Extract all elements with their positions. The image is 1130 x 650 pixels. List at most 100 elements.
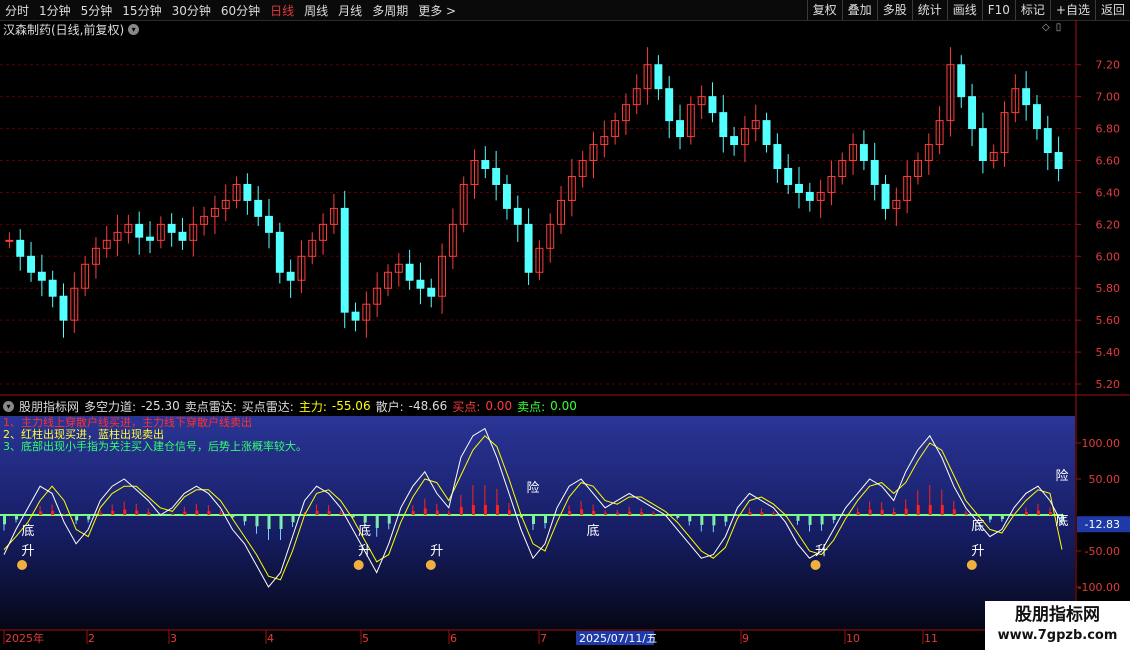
candle-body <box>795 183 803 193</box>
mark-di: 底 <box>971 518 984 534</box>
candle-body <box>1054 152 1063 170</box>
date-label: 2025/07/11/五 <box>579 632 657 645</box>
candle-body <box>59 295 68 321</box>
date-label: 4 <box>267 632 274 645</box>
candle-body <box>340 207 349 313</box>
mdld2-label: 买点雷达: <box>241 399 294 414</box>
candle-body <box>16 239 25 257</box>
candle-body <box>665 88 674 122</box>
candle-body <box>351 311 360 321</box>
finger-icon <box>425 560 436 570</box>
candle-body <box>654 64 663 90</box>
candle-body <box>1043 128 1052 154</box>
chevron-down-icon[interactable]: ▾ <box>3 400 14 412</box>
date-label: 2025年 <box>5 631 44 645</box>
price-tick-label: 5.40 <box>1096 346 1121 359</box>
candle-body <box>492 168 501 185</box>
date-label: 9 <box>742 632 749 645</box>
sh-label: 散户: <box>375 399 404 414</box>
candle-body <box>676 120 684 138</box>
watermark-url: www.7gpzb.com <box>997 628 1118 643</box>
indicator-name: 股朋指标网 <box>19 399 80 414</box>
candle-body <box>784 168 793 185</box>
chart-area[interactable]: 7.20 7.00 6.80 6.60 6.40 6.20 6.00 5.80 5.60 5.40… <box>0 0 1130 650</box>
price-tick-label: 7.00 <box>1096 91 1121 104</box>
indicator-legend: 1、主力线上穿散户线买进，主力线下穿散户线卖出 2、红柱出现买进，蓝柱出现卖出 … <box>3 417 307 453</box>
candle-body <box>773 144 782 170</box>
candle-body <box>870 160 879 185</box>
mark-di: 底 <box>1055 513 1068 529</box>
candle-body <box>27 255 36 273</box>
price-tick-label: 6.20 <box>1096 218 1121 231</box>
indicator-title-bar: ▾ 股朋指标网 多空力道: -25.30 卖点雷达: 买点雷达: 主力: -55.0… <box>3 397 577 415</box>
mark-xian: 险 <box>1055 469 1068 484</box>
mark-sheng: 升 <box>815 544 828 559</box>
sell-value: 0.00 <box>485 399 513 413</box>
price-tick-label: 7.20 <box>1096 59 1121 72</box>
candle-body <box>178 231 187 241</box>
finger-icon <box>353 560 364 570</box>
date-label: 3 <box>170 632 177 645</box>
candle-body <box>957 64 966 98</box>
candle-body <box>881 183 890 209</box>
candle-body <box>978 128 987 162</box>
candle-body <box>48 279 57 297</box>
candle-body <box>730 136 739 146</box>
buy-label: 卖点: <box>517 399 546 414</box>
mark-di: 底 <box>358 523 371 539</box>
candle-body <box>481 160 490 170</box>
candle-body <box>416 279 425 289</box>
current-value-label: -12.83 <box>1085 518 1120 531</box>
sh-value: -48.66 <box>408 399 448 413</box>
candle-body <box>1022 88 1031 106</box>
buy-value: 0.00 <box>550 399 577 413</box>
candle-body <box>719 112 728 138</box>
date-label: 5 <box>362 632 369 645</box>
indicator-tick-label: -100.00 <box>1078 581 1120 594</box>
price-tick-label: 6.40 <box>1096 186 1121 199</box>
mark-di: 底 <box>587 523 600 539</box>
price-tick-label: 5.20 <box>1096 378 1121 391</box>
mark-sheng: 升 <box>22 544 35 559</box>
price-tick-label: 5.80 <box>1096 282 1121 295</box>
green-bar <box>255 515 259 527</box>
watermark-logo: 股朋指标网 www.7gpzb.com <box>985 601 1130 650</box>
candle-body <box>5 239 14 242</box>
mark-di: 底 <box>22 523 35 539</box>
zl-label: 主力: <box>298 399 327 414</box>
price-tick-label: 6.80 <box>1096 123 1121 136</box>
candle-body <box>805 191 814 201</box>
candle-body <box>275 231 284 273</box>
candle-body <box>405 263 414 281</box>
candle-body <box>968 96 977 130</box>
indicator-tick-label: -50.00 <box>1085 545 1120 558</box>
indicator-axis: 100.00 50.00 -50.00 -100.00 -12.83 <box>1076 437 1130 594</box>
date-label: 2 <box>88 632 95 645</box>
candle-body <box>37 271 46 281</box>
date-label: 11 <box>924 632 938 645</box>
price-tick-label: 5.60 <box>1096 314 1121 327</box>
dkld-label: 多空力道: <box>84 399 137 414</box>
candle-body <box>502 183 511 209</box>
candle-body <box>167 223 176 233</box>
date-label: 6 <box>450 632 457 645</box>
candle-body <box>708 96 717 114</box>
dkld-value: -25.30 <box>141 399 180 413</box>
indicator-tick-label: 100.00 <box>1082 437 1121 450</box>
mark-xian: 险 <box>526 481 539 496</box>
mdld-label: 卖点雷达: <box>184 399 237 414</box>
candle-body <box>243 183 252 201</box>
zl-value: -55.06 <box>331 399 371 413</box>
candle-body <box>265 215 273 233</box>
candle-body <box>513 207 522 225</box>
candle-body <box>427 287 436 297</box>
mark-sheng: 升 <box>971 544 984 559</box>
mark-sheng: 升 <box>358 544 371 559</box>
date-label: 7 <box>540 632 547 645</box>
date-label: 10 <box>846 632 860 645</box>
watermark-title: 股朋指标网 <box>1015 605 1100 625</box>
candle-body <box>146 236 154 241</box>
finger-icon <box>966 560 977 570</box>
price-tick-label: 6.00 <box>1096 250 1121 263</box>
date-axis: 2025年 2 3 4 5 6 7 2025/07/11/五 9 10 11 <box>3 630 938 645</box>
